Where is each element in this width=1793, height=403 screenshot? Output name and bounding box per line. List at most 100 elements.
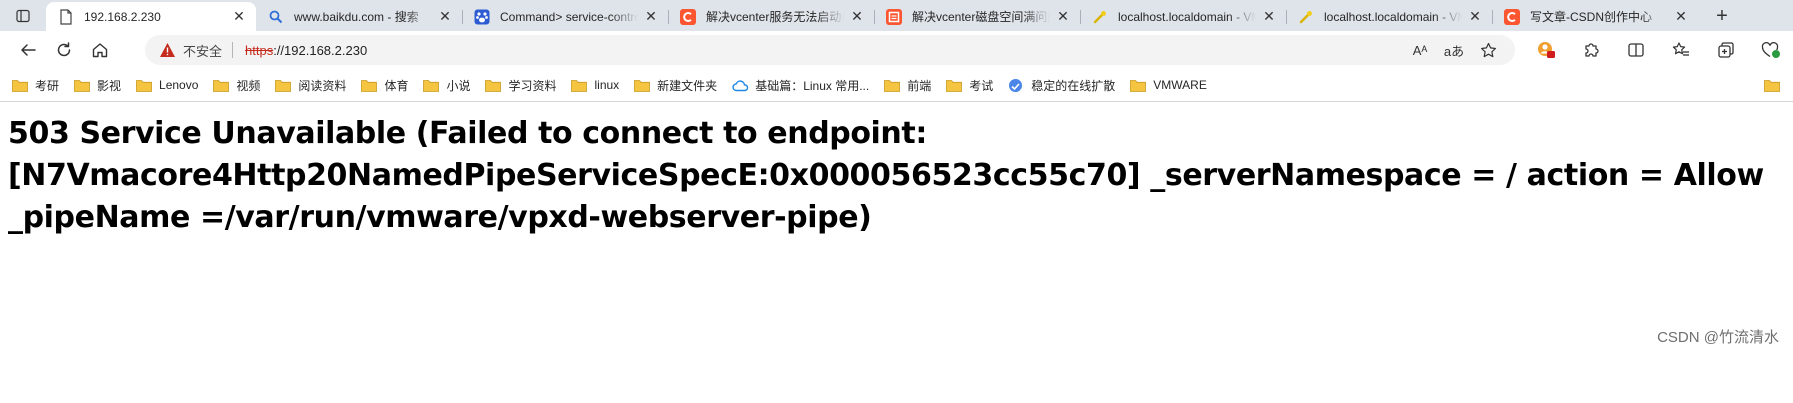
bookmark-label: linux (594, 78, 620, 92)
baidu-paw-icon (474, 9, 490, 25)
collections-button[interactable] (1703, 35, 1748, 65)
bookmark-label: 基础篇：Linux 常用... (755, 78, 870, 93)
bookmark-label: 考研 (35, 78, 60, 93)
translate-button[interactable]: aあ (1437, 35, 1471, 65)
folder-icon (12, 78, 29, 92)
folder-icon (136, 78, 153, 92)
bookmark-label: 视频 (236, 78, 261, 93)
close-icon[interactable]: ✕ (848, 8, 866, 26)
bookmark-link[interactable]: 稳定的在线扩散 (1008, 73, 1122, 97)
bookmark-folder[interactable]: 小说 (423, 73, 477, 97)
tab[interactable]: Command> service-control ✕ (462, 2, 668, 31)
folder-icon (275, 78, 292, 92)
error-heading: 503 Service Unavailable (Failed to conne… (8, 116, 1764, 235)
tab-title: 解决vcenter磁盘空间满问题 (912, 10, 1050, 24)
browser-tools (1523, 35, 1793, 65)
favorite-button[interactable] (1471, 35, 1505, 65)
close-icon[interactable]: ✕ (1672, 8, 1690, 26)
tab[interactable]: 写文章-CSDN创作中心 ✕ (1492, 2, 1698, 31)
heart-pulse-icon (1761, 42, 1780, 58)
folder-icon (884, 78, 901, 92)
bookmark-folder[interactable]: 前端 (884, 73, 938, 97)
close-icon[interactable]: ✕ (436, 8, 454, 26)
bookmark-label: 新建文件夹 (657, 78, 718, 93)
page-icon (58, 8, 74, 25)
close-icon[interactable]: ✕ (230, 8, 248, 26)
tab-title: 写文章-CSDN创作中心 (1530, 10, 1652, 24)
refresh-icon (57, 42, 71, 57)
bookmark-label: 前端 (907, 78, 932, 93)
cloud-icon (732, 78, 749, 92)
bookmark-folder[interactable]: 考试 (946, 73, 1000, 97)
profile-avatar-icon (1537, 42, 1555, 58)
warning-icon[interactable] (159, 41, 177, 59)
folder-icon (485, 78, 502, 92)
close-icon[interactable]: ✕ (1054, 8, 1072, 26)
favorites-button[interactable] (1658, 35, 1703, 65)
read-aloud-button[interactable]: Aᴬ (1403, 35, 1437, 65)
bookmark-link[interactable]: 基础篇：Linux 常用... (732, 73, 876, 97)
puzzle-icon (1584, 43, 1599, 57)
tab-actions-button[interactable] (0, 0, 46, 31)
bookmark-folder[interactable]: linux (571, 73, 626, 97)
bookmark-label: 体育 (384, 78, 409, 93)
bookmark-label: 稳定的在线扩散 (1031, 78, 1116, 93)
csdn-logo-icon (680, 8, 696, 25)
globe-icon (1008, 78, 1025, 92)
browser-essentials-button[interactable] (1748, 35, 1793, 65)
tab-title: localhost.localdomain - VMware (1324, 9, 1462, 24)
tab[interactable]: www.baikdu.com - 搜索 ✕ (256, 2, 462, 31)
address-divider (232, 42, 234, 58)
collections-icon (1717, 42, 1734, 58)
arrow-left-icon (21, 44, 36, 56)
tab-actions-icon (16, 9, 30, 22)
tab[interactable]: 解决vcenter服务无法启动问题 ✕ (668, 2, 874, 31)
profile-button[interactable] (1523, 35, 1568, 65)
url-scheme: https (245, 42, 274, 58)
tab[interactable]: localhost.localdomain - VMware ✕ (1080, 2, 1286, 31)
url-text[interactable]: https://192.168.2.230 (245, 43, 367, 58)
translate-icon: aあ (1443, 43, 1465, 59)
close-icon[interactable]: ✕ (1466, 8, 1484, 26)
bookmarks-bar: 考研 影视 Lenovo 视频 阅读资料 体育 小说 学习资料 linux 新建… (0, 69, 1793, 102)
bookmark-folder[interactable]: 视频 (213, 73, 267, 97)
back-button[interactable] (10, 35, 46, 65)
bookmark-folder[interactable]: VMWARE (1130, 73, 1214, 97)
home-button[interactable] (82, 35, 118, 65)
folder-icon (946, 78, 963, 92)
address-bar[interactable]: 不安全 https://192.168.2.230 Aᴬ aあ (145, 35, 1515, 65)
vmware-key-icon (1092, 9, 1108, 25)
close-icon[interactable]: ✕ (642, 8, 660, 26)
bookmark-folder[interactable]: 影视 (74, 73, 128, 97)
bookmark-folder[interactable]: 阅读资料 (275, 73, 353, 97)
extensions-button[interactable] (1568, 35, 1613, 65)
bookmark-folder[interactable]: 新建文件夹 (634, 73, 724, 97)
tab[interactable]: 解决vcenter磁盘空间满问题 ✕ (874, 2, 1080, 31)
tab-title: Command> service-control (500, 9, 638, 24)
bookmark-label: 考试 (969, 78, 994, 93)
bookmark-folder[interactable]: 学习资料 (485, 73, 563, 97)
folder-icon (1130, 78, 1147, 92)
vmware-key-icon (1298, 9, 1314, 25)
folder-icon (213, 78, 230, 92)
close-icon[interactable]: ✕ (1260, 8, 1278, 26)
split-screen-icon (1627, 43, 1644, 57)
folder-icon (361, 78, 378, 92)
split-screen-button[interactable] (1613, 35, 1658, 65)
bookmark-folder[interactable]: 体育 (361, 73, 415, 97)
new-tab-button[interactable]: + (1704, 2, 1740, 31)
folder-icon (1764, 79, 1780, 92)
csdn-logo-icon (1504, 8, 1520, 25)
navigation-toolbar: 不安全 https://192.168.2.230 Aᴬ aあ (0, 31, 1793, 69)
security-label[interactable]: 不安全 (183, 41, 222, 60)
other-favorites-button[interactable] (1764, 77, 1781, 93)
page-content: 503 Service Unavailable (Failed to conne… (0, 103, 1793, 403)
tab[interactable]: localhost.localdomain - VMware ✕ (1286, 2, 1492, 31)
refresh-button[interactable] (46, 35, 82, 65)
bookmark-label: Lenovo (159, 78, 199, 92)
favorites-list-icon (1672, 42, 1689, 56)
bookmark-folder[interactable]: Lenovo (136, 73, 205, 97)
folder-icon (634, 78, 651, 92)
bookmark-folder[interactable]: 考研 (12, 73, 66, 97)
tab-active[interactable]: 192.168.2.230 ✕ (46, 2, 256, 31)
